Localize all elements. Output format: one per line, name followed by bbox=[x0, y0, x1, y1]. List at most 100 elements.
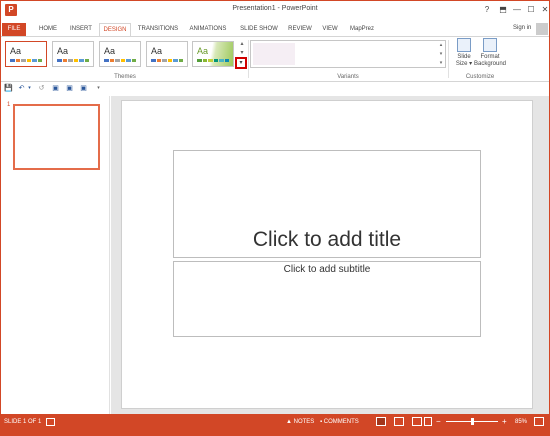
theme-color-swatch bbox=[120, 59, 125, 62]
status-bar bbox=[1, 414, 549, 435]
zoom-slider-handle[interactable] bbox=[470, 418, 474, 425]
customize-group-label: Customize bbox=[465, 74, 495, 80]
zoom-in-button[interactable]: + bbox=[502, 417, 507, 426]
redo-icon[interactable]: ↺ bbox=[37, 84, 46, 93]
quick-access-toolbar: 💾 ↶ ▾ ↺ ▣ ▣ ▣ ▾ bbox=[1, 82, 549, 96]
slide-size-label-1: Slide bbox=[457, 54, 471, 60]
theme-sample-text: Aa bbox=[10, 46, 22, 56]
theme-color-swatch bbox=[126, 59, 131, 62]
theme-color-swatch bbox=[156, 59, 161, 62]
zoom-out-button[interactable]: − bbox=[436, 417, 441, 426]
format-background-button[interactable]: Format Background bbox=[472, 38, 508, 72]
theme-color-swatch bbox=[37, 59, 42, 62]
theme-3[interactable]: Aa bbox=[99, 41, 141, 67]
maximize-button[interactable]: ☐ bbox=[524, 4, 538, 16]
sign-in-link[interactable]: Sign in bbox=[513, 25, 531, 31]
themes-scroll-down-icon[interactable]: ▾ bbox=[238, 49, 246, 57]
fit-slide-to-window-icon[interactable] bbox=[534, 417, 544, 426]
slide-sorter-view-button[interactable] bbox=[394, 417, 404, 426]
thumbnail-number: 1 bbox=[7, 102, 11, 108]
tab-animations[interactable]: ANIMATIONS bbox=[187, 23, 229, 36]
ribbon-tabs: FILE HOME INSERT DESIGN TRANSITIONS ANIM… bbox=[1, 23, 549, 36]
themes-scroll-up-icon[interactable]: ▴ bbox=[238, 40, 246, 48]
start-from-beginning-icon[interactable]: ▣ bbox=[51, 84, 60, 93]
theme-sample-text: Aa bbox=[197, 46, 209, 56]
theme-color-swatch bbox=[15, 59, 20, 62]
zoom-level[interactable]: 85% bbox=[515, 419, 527, 425]
variants-scroll-down-icon[interactable]: ▾ bbox=[437, 50, 445, 58]
theme-color-swatch bbox=[115, 59, 120, 62]
theme-color-swatch bbox=[62, 59, 67, 62]
theme-office[interactable]: Aa bbox=[5, 41, 47, 67]
customize-qat-icon[interactable]: ▾ bbox=[94, 84, 103, 93]
theme-color-swatch bbox=[219, 59, 224, 62]
ribbon-display-options-icon[interactable]: ⬒ bbox=[496, 4, 510, 16]
title-placeholder-text[interactable]: Click to add title bbox=[173, 228, 481, 252]
tab-transitions[interactable]: TRANSITIONS bbox=[137, 23, 179, 36]
tab-mapprez[interactable]: MapPrez bbox=[347, 23, 377, 36]
spell-check-icon[interactable] bbox=[46, 418, 55, 426]
normal-view-button[interactable] bbox=[376, 417, 386, 426]
new-slide-icon[interactable]: ▣ bbox=[65, 84, 74, 93]
slide-size-label-2: Size ▾ bbox=[455, 61, 473, 67]
window-title: Presentation1 - PowerPoint bbox=[232, 5, 318, 12]
theme-color-swatch bbox=[173, 59, 178, 62]
theme-color-swatch bbox=[68, 59, 73, 62]
avatar[interactable] bbox=[536, 23, 548, 35]
save-icon[interactable]: 💾 bbox=[4, 84, 13, 93]
theme-color-swatch bbox=[208, 59, 213, 62]
theme-4[interactable]: Aa bbox=[146, 41, 188, 67]
theme-color-swatch bbox=[84, 59, 89, 62]
theme-2[interactable]: Aa bbox=[52, 41, 94, 67]
variant-1[interactable] bbox=[253, 43, 295, 65]
theme-color-swatch bbox=[202, 59, 207, 62]
tab-design[interactable]: DESIGN bbox=[99, 23, 131, 36]
tab-insert[interactable]: INSERT bbox=[68, 23, 94, 36]
comments-button[interactable]: ▪ COMMENTS bbox=[320, 419, 359, 425]
slide-show-view-button[interactable] bbox=[424, 417, 432, 426]
theme-color-swatch bbox=[167, 59, 172, 62]
theme-color-swatch bbox=[73, 59, 78, 62]
theme-color-swatch bbox=[131, 59, 136, 62]
theme-color-bars bbox=[151, 59, 183, 62]
variants-more-icon[interactable]: ▾ bbox=[437, 59, 445, 67]
theme-color-bars bbox=[10, 59, 42, 62]
theme-color-swatch bbox=[32, 59, 37, 62]
slide-counter: SLIDE 1 OF 1 bbox=[4, 419, 42, 425]
undo-dropdown-icon[interactable]: ▾ bbox=[25, 84, 34, 93]
notes-button[interactable]: ▲ NOTES bbox=[286, 419, 314, 425]
theme-sample-text: Aa bbox=[151, 46, 163, 56]
theme-color-swatch bbox=[197, 59, 202, 62]
help-button[interactable]: ? bbox=[480, 4, 494, 16]
theme-color-bars bbox=[104, 59, 136, 62]
theme-color-swatch bbox=[178, 59, 183, 62]
themes-more-button[interactable]: ▾ bbox=[235, 57, 247, 69]
variants-scroll-up-icon[interactable]: ▴ bbox=[437, 41, 445, 49]
duplicate-slide-icon[interactable]: ▣ bbox=[79, 84, 88, 93]
tab-slide-show[interactable]: SLIDE SHOW bbox=[239, 23, 279, 36]
themes-group-label: Themes bbox=[114, 74, 136, 80]
tab-review[interactable]: REVIEW bbox=[288, 23, 312, 36]
format-background-label-2: Background bbox=[473, 61, 507, 67]
theme-color-swatch bbox=[162, 59, 167, 62]
theme-color-bars bbox=[57, 59, 89, 62]
theme-color-swatch bbox=[109, 59, 114, 62]
close-button[interactable]: ✕ bbox=[538, 4, 550, 16]
ribbon-separator bbox=[248, 40, 249, 78]
subtitle-placeholder-text[interactable]: Click to add subtitle bbox=[173, 264, 481, 275]
theme-color-swatch bbox=[151, 59, 156, 62]
tab-home[interactable]: HOME bbox=[37, 23, 59, 36]
slide-thumbnail-1[interactable] bbox=[13, 104, 100, 170]
reading-view-button[interactable] bbox=[412, 417, 422, 426]
theme-color-swatch bbox=[104, 59, 109, 62]
theme-facet[interactable]: Aa bbox=[192, 41, 234, 67]
theme-color-swatch bbox=[57, 59, 62, 62]
theme-color-swatch bbox=[224, 59, 229, 62]
theme-color-swatch bbox=[10, 59, 15, 62]
format-background-label-1: Format bbox=[480, 54, 500, 60]
tab-file[interactable]: FILE bbox=[2, 23, 26, 36]
format-background-icon bbox=[483, 38, 497, 52]
theme-sample-text: Aa bbox=[104, 46, 116, 56]
tab-view[interactable]: VIEW bbox=[321, 23, 339, 36]
minimize-button[interactable]: — bbox=[510, 4, 524, 16]
